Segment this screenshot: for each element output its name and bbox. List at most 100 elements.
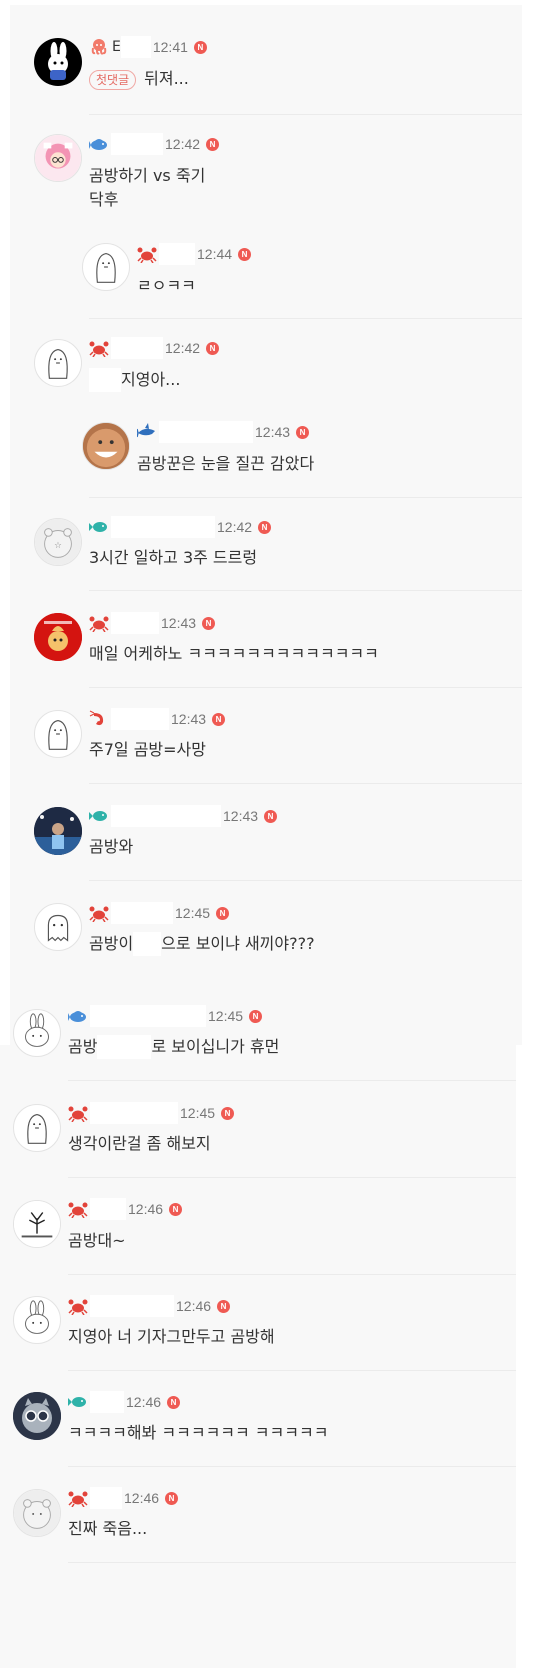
avatar-penguin[interactable]: [34, 339, 82, 387]
crab-icon: [68, 1104, 88, 1122]
divider: [68, 1080, 516, 1081]
divider: [89, 114, 522, 115]
comment-text: 곰방와: [89, 837, 134, 856]
divider: [89, 497, 522, 498]
nickname-redacted: [90, 1198, 126, 1220]
shark-icon: [137, 423, 157, 441]
divider: [68, 1274, 516, 1275]
new-badge: N: [193, 40, 207, 54]
new-badge: N: [264, 809, 278, 823]
nickname-redacted: [120, 36, 151, 58]
comment-text: 곰방하기 vs 죽기: [89, 166, 206, 185]
nickname-redacted: [90, 1102, 178, 1124]
divider: [68, 1562, 516, 1563]
comment-text: 주7일 곰방=사망: [89, 740, 206, 759]
comment-text: ㄹㅇㅋㅋ: [137, 276, 196, 295]
divider: [68, 1370, 516, 1371]
text-redacted: [133, 932, 162, 956]
avatar-stadium-photo[interactable]: [34, 807, 82, 855]
comment-time: 12:46: [124, 1490, 160, 1506]
nickname-redacted: [159, 243, 195, 265]
comment-time: 12:45: [180, 1105, 216, 1121]
avatar-rabbit[interactable]: [13, 1296, 61, 1344]
comment-time: 12:46: [176, 1298, 212, 1314]
avatar-penguin[interactable]: [34, 710, 82, 758]
fish-icon: [89, 135, 109, 153]
new-badge: N: [238, 247, 252, 261]
comment-text: 지영아 너 기자그만두고 곰방해: [68, 1327, 275, 1346]
fish-icon: [89, 807, 109, 825]
comment-time: 12:44: [197, 246, 233, 262]
nickname-redacted: [90, 1391, 124, 1413]
avatar-ghost[interactable]: [34, 903, 82, 951]
comment-time: 12:42: [217, 519, 253, 535]
avatar-rabbit-dark[interactable]: [34, 38, 82, 86]
divider: [68, 1466, 516, 1467]
nickname-redacted: [90, 1005, 206, 1027]
new-badge: N: [202, 616, 216, 630]
new-badge: N: [206, 137, 220, 151]
avatar-tree-logo[interactable]: [13, 1200, 61, 1248]
nickname-redacted: [111, 805, 221, 827]
new-badge: N: [258, 520, 272, 534]
new-badge: N: [167, 1395, 181, 1409]
divider: [68, 1177, 516, 1178]
nickname-redacted: [111, 612, 159, 634]
crab-icon: [89, 339, 109, 357]
avatar-smiling-face[interactable]: [82, 422, 130, 470]
divider: [89, 318, 522, 319]
crab-icon: [68, 1297, 88, 1315]
avatar-penguin[interactable]: [13, 1104, 61, 1152]
nickname-redacted: [90, 1487, 122, 1509]
comment-time: 12:43: [223, 808, 259, 824]
new-badge: N: [249, 1009, 263, 1023]
svg-text:☆: ☆: [54, 541, 62, 551]
comment-time: 12:46: [128, 1201, 164, 1217]
comment-time: 12:45: [208, 1008, 244, 1024]
avatar-penguin[interactable]: [82, 243, 130, 291]
comment-time: 12:42: [165, 340, 201, 356]
comment-text-line2: 닥후: [89, 190, 119, 209]
nickname-redacted: [111, 708, 169, 730]
comment-text: 첫댓글 뒤져...: [89, 67, 189, 91]
avatar-rabbit[interactable]: [13, 1009, 61, 1057]
crab-icon: [68, 1200, 88, 1218]
new-badge: N: [296, 425, 310, 439]
nickname-redacted: [111, 902, 173, 924]
nickname-redacted: [111, 133, 163, 155]
comment-time: 12:43: [171, 711, 207, 727]
divider: [89, 880, 522, 881]
comment-text: 생각이란걸 좀 해보지: [68, 1134, 211, 1153]
first-comment-tag: 첫댓글: [89, 69, 137, 90]
shrimp-icon: [89, 710, 109, 728]
avatar-cat-glasses[interactable]: [13, 1392, 61, 1440]
new-badge: N: [216, 906, 230, 920]
comment-text: 매일 어케하노 ㅋㅋㅋㅋㅋㅋㅋㅋㅋㅋㅋㅋㅋ: [89, 644, 379, 663]
divider: [89, 783, 522, 784]
comment-text: 곰방대~: [68, 1231, 126, 1250]
avatar-red-mascot[interactable]: [34, 613, 82, 661]
comment-text: 3시간 일하고 3주 드르렁: [89, 548, 258, 567]
comment-time: 12:43: [161, 615, 197, 631]
divider: [89, 687, 522, 688]
new-badge: N: [212, 712, 226, 726]
comment-text: 진짜 죽음...: [68, 1519, 148, 1538]
comment-text: 곰방꾼은 눈을 질끈 감았다: [137, 454, 315, 473]
avatar-pink-hair[interactable]: [34, 134, 82, 182]
new-badge: N: [217, 1299, 231, 1313]
crab-icon: [137, 245, 157, 263]
crab-icon: [68, 1489, 88, 1507]
comment-time: 12:41: [152, 39, 188, 55]
crab-icon: [89, 614, 109, 632]
avatar-bear[interactable]: ☆: [34, 518, 82, 566]
fish-icon: [68, 1007, 88, 1025]
new-badge: N: [165, 1491, 179, 1505]
new-badge: N: [169, 1202, 183, 1216]
avatar-bear[interactable]: [13, 1489, 61, 1537]
nickname-redacted: [111, 337, 163, 359]
comment-time: 12:42: [165, 136, 201, 152]
nickname-fragment[interactable]: E: [112, 39, 121, 55]
fish-icon: [89, 518, 109, 536]
comment-text: 지영아...: [89, 368, 180, 392]
new-badge: N: [206, 341, 220, 355]
